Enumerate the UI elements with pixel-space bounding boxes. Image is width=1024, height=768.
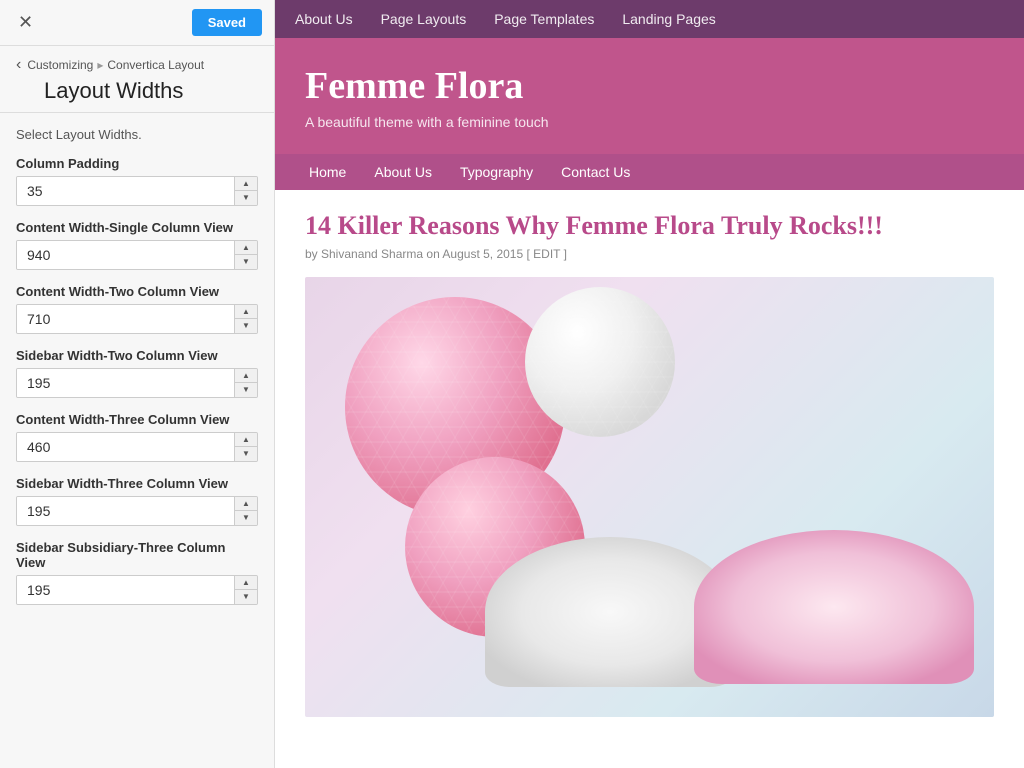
breadcrumb: ‹ Customizing ▸ Convertica Layout bbox=[16, 56, 258, 74]
field-input-wrapper-6: ▲▼ bbox=[16, 575, 258, 605]
site-tagline: A beautiful theme with a feminine touch bbox=[305, 114, 994, 130]
field-group-2: Content Width-Two Column View ▲▼ bbox=[16, 284, 258, 334]
secondarynav-link-1[interactable]: About Us bbox=[360, 154, 446, 190]
spinner-2: ▲▼ bbox=[234, 305, 257, 333]
field-input-2[interactable] bbox=[17, 305, 234, 333]
field-group-0: Column Padding ▲▼ bbox=[16, 156, 258, 206]
spinner-up-4[interactable]: ▲ bbox=[235, 433, 257, 447]
secondarynav-link-3[interactable]: Contact Us bbox=[547, 154, 644, 190]
honeycomb-grid-2 bbox=[525, 287, 675, 437]
spinner-down-1[interactable]: ▼ bbox=[235, 255, 257, 269]
field-label-6: Sidebar Subsidiary-Three Column View bbox=[16, 540, 258, 570]
post-featured-image bbox=[305, 277, 994, 717]
field-group-1: Content Width-Single Column View ▲▼ bbox=[16, 220, 258, 270]
field-group-6: Sidebar Subsidiary-Three Column View ▲▼ bbox=[16, 540, 258, 605]
field-label-1: Content Width-Single Column View bbox=[16, 220, 258, 235]
field-input-6[interactable] bbox=[17, 576, 234, 604]
field-label-5: Sidebar Width-Three Column View bbox=[16, 476, 258, 491]
spinner-up-1[interactable]: ▲ bbox=[235, 241, 257, 255]
field-input-wrapper-0: ▲▼ bbox=[16, 176, 258, 206]
decoration-ball-2 bbox=[525, 287, 675, 437]
close-button[interactable]: ✕ bbox=[12, 8, 39, 37]
topnav-link-2[interactable]: Page Templates bbox=[494, 11, 594, 27]
spinner-down-3[interactable]: ▼ bbox=[235, 383, 257, 397]
post-title: 14 Killer Reasons Why Femme Flora Truly … bbox=[305, 210, 994, 241]
field-group-5: Sidebar Width-Three Column View ▲▼ bbox=[16, 476, 258, 526]
field-label-2: Content Width-Two Column View bbox=[16, 284, 258, 299]
secondarynav-link-0[interactable]: Home bbox=[295, 154, 360, 190]
field-input-0[interactable] bbox=[17, 177, 234, 205]
site-secondary-nav: Home About Us Typography Contact Us bbox=[275, 154, 1024, 190]
site-hero: Femme Flora A beautiful theme with a fem… bbox=[275, 38, 1024, 154]
top-bar: ✕ Saved bbox=[0, 0, 274, 46]
secondarynav-link-2[interactable]: Typography bbox=[446, 154, 547, 190]
topnav-link-1[interactable]: Page Layouts bbox=[381, 11, 467, 27]
field-input-wrapper-2: ▲▼ bbox=[16, 304, 258, 334]
breadcrumb-separator: ▸ bbox=[97, 58, 103, 72]
spinner-up-5[interactable]: ▲ bbox=[235, 497, 257, 511]
customizer-panel: ✕ Saved ‹ Customizing ▸ Convertica Layou… bbox=[0, 0, 275, 768]
spinner-5: ▲▼ bbox=[234, 497, 257, 525]
site-top-nav: About Us Page Layouts Page Templates Lan… bbox=[275, 0, 1024, 38]
spinner-down-0[interactable]: ▼ bbox=[235, 191, 257, 205]
spinner-4: ▲▼ bbox=[234, 433, 257, 461]
topnav-link-3[interactable]: Landing Pages bbox=[622, 11, 715, 27]
saved-button[interactable]: Saved bbox=[192, 9, 262, 36]
spinner-0: ▲▼ bbox=[234, 177, 257, 205]
field-input-5[interactable] bbox=[17, 497, 234, 525]
post-meta: by Shivanand Sharma on August 5, 2015 [ … bbox=[305, 247, 994, 261]
field-label-3: Sidebar Width-Two Column View bbox=[16, 348, 258, 363]
spinner-down-5[interactable]: ▼ bbox=[235, 511, 257, 525]
spinner-3: ▲▼ bbox=[234, 369, 257, 397]
field-input-4[interactable] bbox=[17, 433, 234, 461]
spinner-down-4[interactable]: ▼ bbox=[235, 447, 257, 461]
spinner-up-0[interactable]: ▲ bbox=[235, 177, 257, 191]
panel-body: Select Layout Widths. Column Padding▲▼Co… bbox=[0, 113, 274, 768]
fields-container: Column Padding▲▼Content Width-Single Col… bbox=[16, 156, 258, 605]
spinner-up-2[interactable]: ▲ bbox=[235, 305, 257, 319]
spinner-up-3[interactable]: ▲ bbox=[235, 369, 257, 383]
field-label-0: Column Padding bbox=[16, 156, 258, 171]
panel-description: Select Layout Widths. bbox=[16, 127, 258, 142]
breadcrumb-back-button[interactable]: ‹ bbox=[16, 56, 21, 74]
field-label-4: Content Width-Three Column View bbox=[16, 412, 258, 427]
panel-title: Layout Widths bbox=[16, 78, 258, 104]
field-input-wrapper-1: ▲▼ bbox=[16, 240, 258, 270]
field-input-1[interactable] bbox=[17, 241, 234, 269]
field-input-wrapper-4: ▲▼ bbox=[16, 432, 258, 462]
breadcrumb-root: Customizing bbox=[27, 58, 93, 72]
spinner-1: ▲▼ bbox=[234, 241, 257, 269]
field-input-wrapper-5: ▲▼ bbox=[16, 496, 258, 526]
field-input-3[interactable] bbox=[17, 369, 234, 397]
field-group-4: Content Width-Three Column View ▲▼ bbox=[16, 412, 258, 462]
topnav-link-0[interactable]: About Us bbox=[295, 11, 353, 27]
spinner-6: ▲▼ bbox=[234, 576, 257, 604]
field-group-3: Sidebar Width-Two Column View ▲▼ bbox=[16, 348, 258, 398]
site-content: 14 Killer Reasons Why Femme Flora Truly … bbox=[275, 190, 1024, 768]
decoration-fan-2 bbox=[694, 530, 974, 684]
field-input-wrapper-3: ▲▼ bbox=[16, 368, 258, 398]
site-title: Femme Flora bbox=[305, 66, 994, 108]
spinner-down-2[interactable]: ▼ bbox=[235, 319, 257, 333]
spinner-up-6[interactable]: ▲ bbox=[235, 576, 257, 590]
preview-panel: About Us Page Layouts Page Templates Lan… bbox=[275, 0, 1024, 768]
spinner-down-6[interactable]: ▼ bbox=[235, 590, 257, 604]
breadcrumb-current: Convertica Layout bbox=[107, 58, 204, 72]
breadcrumb-area: ‹ Customizing ▸ Convertica Layout Layout… bbox=[0, 46, 274, 113]
